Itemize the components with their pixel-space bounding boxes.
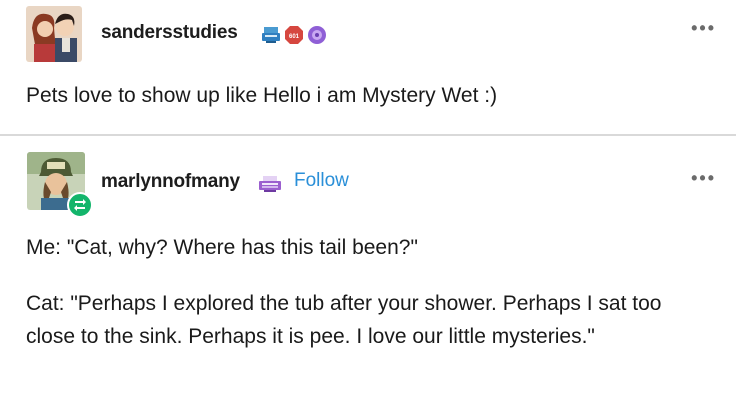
typewriter-badge-icon[interactable]: [258, 174, 282, 194]
purple-badge-icon[interactable]: [307, 25, 327, 45]
post-body-line: Me: "Cat, why? Where has this tail been?…: [26, 236, 418, 259]
post-menu-icon[interactable]: •••: [691, 18, 716, 39]
post-menu-icon[interactable]: •••: [691, 168, 716, 189]
post-body-paragraph: Cat: "Perhaps I explored the tub after y…: [26, 292, 662, 348]
post-body: Pets love to show up like Hello i am Mys…: [26, 84, 498, 107]
follow-button[interactable]: Follow: [294, 170, 349, 192]
post-sandersstudies: sandersstudies 601 ••• Pets love to show…: [0, 0, 736, 134]
reblog-icon: [67, 192, 93, 218]
username[interactable]: marlynnofmany: [101, 171, 240, 193]
username[interactable]: sandersstudies: [101, 22, 238, 44]
avatar[interactable]: [26, 6, 82, 62]
post-marlynnofmany: marlynnofmany Follow ••• Me: "Cat, why? …: [0, 136, 736, 400]
typewriter-badge-icon[interactable]: [261, 25, 281, 45]
svg-text:601: 601: [289, 34, 300, 40]
stop-sign-badge-icon[interactable]: 601: [284, 25, 304, 45]
